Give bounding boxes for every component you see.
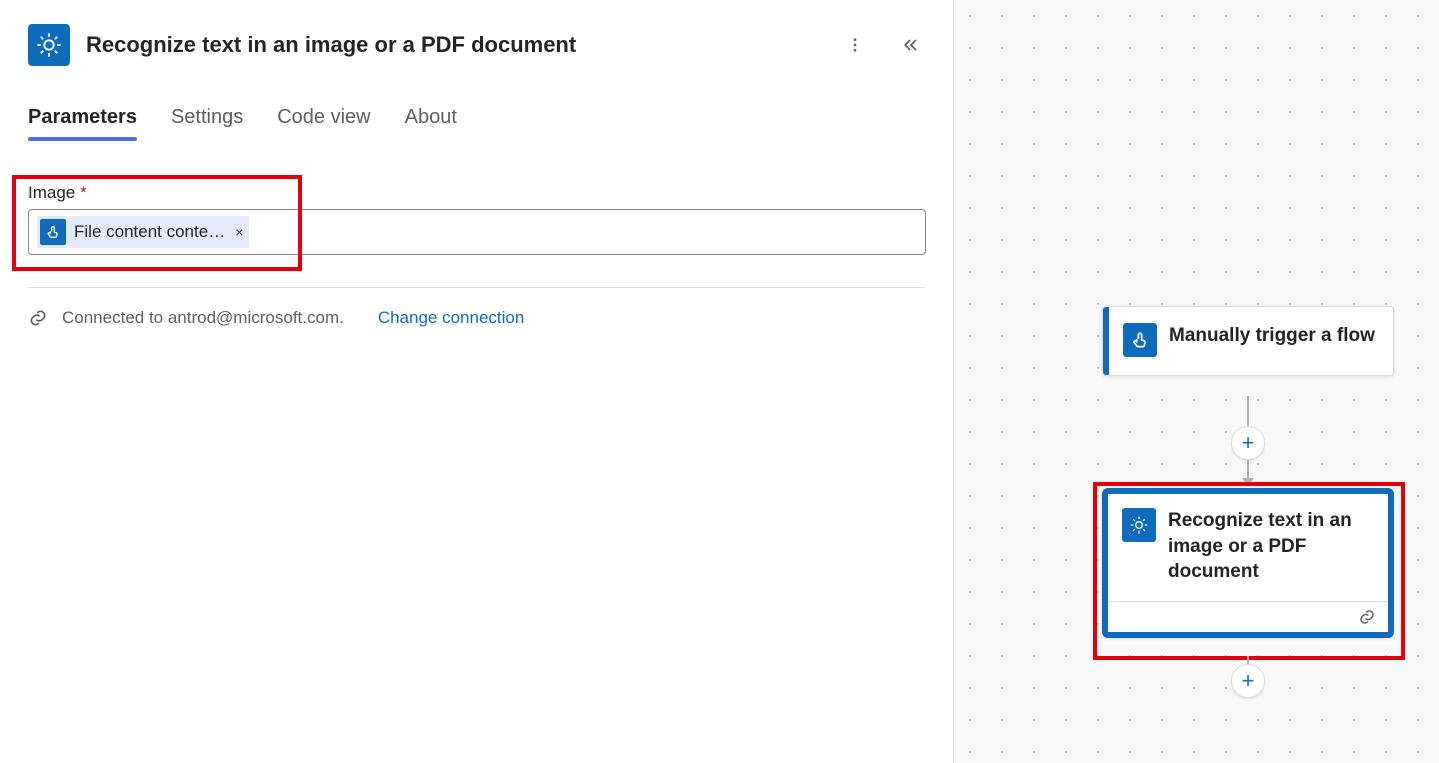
ai-circuit-icon [1122,508,1156,542]
touch-icon [40,219,66,245]
tab-settings[interactable]: Settings [171,106,243,139]
arrow-down-icon [1242,478,1254,487]
plus-icon: + [1242,430,1255,456]
tab-about[interactable]: About [405,106,457,139]
canvas-node-trigger[interactable]: Manually trigger a flow [1102,306,1394,376]
ai-circuit-icon [28,24,70,66]
tab-code-view[interactable]: Code view [277,106,370,139]
flow-line [1247,396,1249,426]
panel-title: Recognize text in an image or a PDF docu… [86,32,825,58]
chevron-double-left-icon[interactable] [897,31,925,59]
token-text: File content conte… [74,222,225,242]
plus-icon: + [1242,668,1255,694]
change-connection-link[interactable]: Change connection [378,308,525,328]
close-icon[interactable]: × [235,224,243,240]
dynamic-content-token[interactable]: File content conte… × [37,216,249,248]
details-panel: Recognize text in an image or a PDF docu… [0,0,954,763]
panel-header: Recognize text in an image or a PDF docu… [28,24,925,66]
panel-header-actions [841,31,925,59]
tab-label: About [405,106,457,128]
connection-text: Connected to antrod@microsoft.com. [62,308,344,328]
tabstrip: Parameters Settings Code view About [28,106,925,139]
add-step-button[interactable]: + [1231,664,1265,698]
node-title: Manually trigger a flow [1169,323,1375,349]
node-title: Recognize text in an image or a PDF docu… [1168,508,1372,585]
node-accent [1103,307,1109,375]
node-footer [1108,601,1388,632]
add-step-button[interactable]: + [1231,426,1265,460]
tab-label: Settings [171,106,243,128]
divider [28,287,925,288]
more-vertical-icon[interactable] [841,31,869,59]
canvas-node-recognize[interactable]: Recognize text in an image or a PDF docu… [1102,488,1394,638]
connection-row: Connected to antrod@microsoft.com. Chang… [28,308,925,328]
touch-icon [1123,323,1157,357]
flow-canvas[interactable]: Manually trigger a flow + Recognize text… [954,0,1439,763]
link-icon [28,308,48,328]
field-label-text: Image [28,183,75,202]
tab-label: Code view [277,106,370,128]
link-icon [1358,608,1376,626]
tab-parameters[interactable]: Parameters [28,106,137,139]
tab-label: Parameters [28,106,137,128]
flow-line [1247,460,1249,480]
field-label: Image * [28,183,915,203]
required-mark: * [80,183,87,202]
field-image: Image * File content conte… × [28,175,925,265]
image-input[interactable]: File content conte… × [28,209,926,255]
